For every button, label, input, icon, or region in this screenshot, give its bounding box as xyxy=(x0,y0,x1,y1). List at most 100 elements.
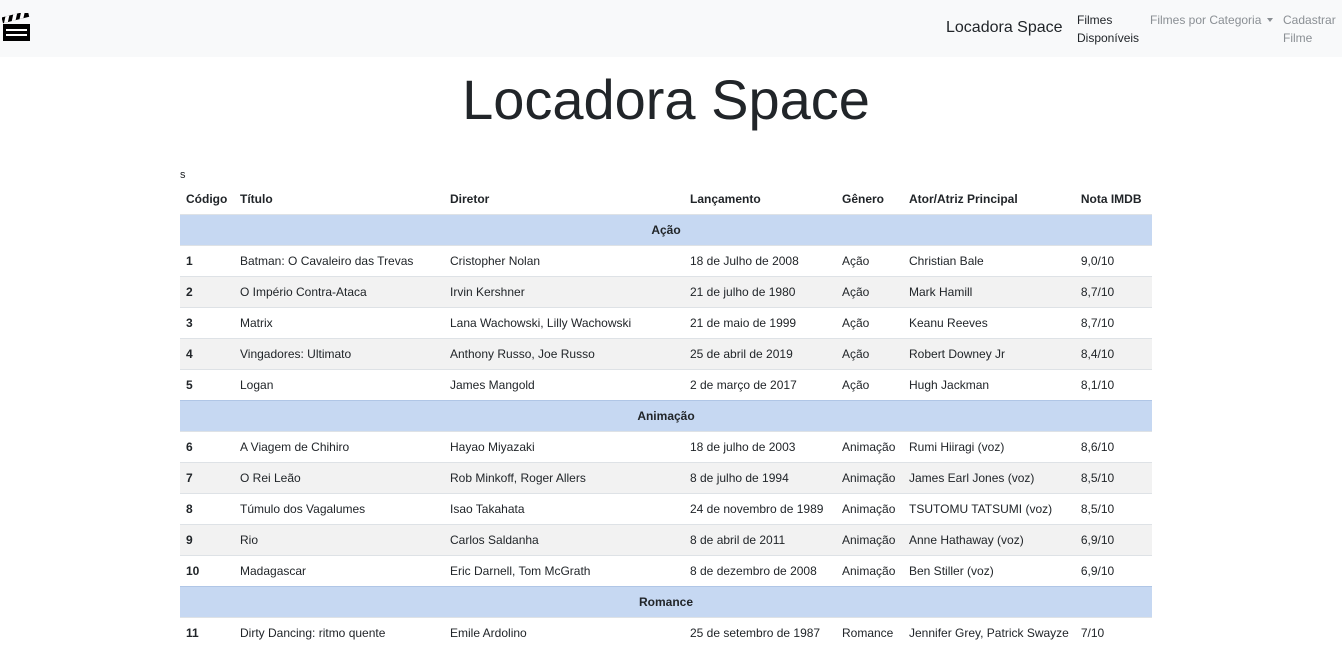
cell-diretor: Hayao Miyazaki xyxy=(444,432,684,463)
cell-nota: 8,4/10 xyxy=(1075,339,1152,370)
cell-diretor: Anthony Russo, Joe Russo xyxy=(444,339,684,370)
table-row: 6 A Viagem de Chihiro Hayao Miyazaki 18 … xyxy=(180,432,1152,463)
header-genero: Gênero xyxy=(836,184,903,215)
group-row-acao: Ação xyxy=(180,215,1152,246)
cell-lancamento: 18 de julho de 2003 xyxy=(684,432,836,463)
caret-down-icon xyxy=(1267,18,1273,22)
table-row: 4 Vingadores: Ultimato Anthony Russo, Jo… xyxy=(180,339,1152,370)
cell-titulo: O Rei Leão xyxy=(234,463,444,494)
cell-ator: Ben Stiller (voz) xyxy=(903,556,1075,587)
cell-diretor: Lana Wachowski, Lilly Wachowski xyxy=(444,308,684,339)
nav-link-cadastrar-filme[interactable]: Cadastrar Filme xyxy=(1283,11,1339,47)
films-table: Código Título Diretor Lançamento Gênero … xyxy=(180,184,1152,648)
cell-codigo: 8 xyxy=(180,494,234,525)
table-body: Ação 1 Batman: O Cavaleiro das Trevas Cr… xyxy=(180,215,1152,648)
navbar: Locadora Space Filmes Disponíveis Filmes… xyxy=(0,0,1342,57)
group-label: Animação xyxy=(180,401,1152,432)
cell-titulo: O Império Contra-Ataca xyxy=(234,277,444,308)
table-row: 5 Logan James Mangold 2 de março de 2017… xyxy=(180,370,1152,401)
cell-lancamento: 8 de dezembro de 2008 xyxy=(684,556,836,587)
group-row-animacao: Animação xyxy=(180,401,1152,432)
cell-genero: Ação xyxy=(836,246,903,277)
clapperboard-icon[interactable] xyxy=(2,13,31,42)
cell-codigo: 11 xyxy=(180,618,234,648)
table-row: 2 O Império Contra-Ataca Irvin Kershner … xyxy=(180,277,1152,308)
cell-ator: Christian Bale xyxy=(903,246,1075,277)
cell-diretor: James Mangold xyxy=(444,370,684,401)
header-nota: Nota IMDB xyxy=(1075,184,1152,215)
table-row: 7 O Rei Leão Rob Minkoff, Roger Allers 8… xyxy=(180,463,1152,494)
cell-genero: Animação xyxy=(836,494,903,525)
cell-lancamento: 8 de abril de 2011 xyxy=(684,525,836,556)
cell-nota: 9,0/10 xyxy=(1075,246,1152,277)
table-row: 8 Túmulo dos Vagalumes Isao Takahata 24 … xyxy=(180,494,1152,525)
table-row: 11 Dirty Dancing: ritmo quente Emile Ard… xyxy=(180,618,1152,648)
group-label: Romance xyxy=(180,587,1152,618)
cell-ator: TSUTOMU TATSUMI (voz) xyxy=(903,494,1075,525)
cell-lancamento: 18 de Julho de 2008 xyxy=(684,246,836,277)
table-row: 1 Batman: O Cavaleiro das Trevas Cristop… xyxy=(180,246,1152,277)
cell-titulo: Vingadores: Ultimato xyxy=(234,339,444,370)
header-diretor: Diretor xyxy=(444,184,684,215)
cell-titulo: Batman: O Cavaleiro das Trevas xyxy=(234,246,444,277)
nav-link-filmes-disponiveis[interactable]: Filmes Disponíveis xyxy=(1077,11,1143,47)
cell-nota: 8,7/10 xyxy=(1075,277,1152,308)
cell-ator: Rumi Hiiragi (voz) xyxy=(903,432,1075,463)
cell-genero: Ação xyxy=(836,308,903,339)
cell-lancamento: 25 de setembro de 1987 xyxy=(684,618,836,648)
cell-codigo: 5 xyxy=(180,370,234,401)
cell-codigo: 2 xyxy=(180,277,234,308)
cell-nota: 8,7/10 xyxy=(1075,308,1152,339)
cell-nota: 8,1/10 xyxy=(1075,370,1152,401)
cell-titulo: Logan xyxy=(234,370,444,401)
cell-codigo: 6 xyxy=(180,432,234,463)
cell-lancamento: 25 de abril de 2019 xyxy=(684,339,836,370)
cell-diretor: Carlos Saldanha xyxy=(444,525,684,556)
cell-ator: Robert Downey Jr xyxy=(903,339,1075,370)
cell-genero: Animação xyxy=(836,556,903,587)
cell-titulo: Túmulo dos Vagalumes xyxy=(234,494,444,525)
cell-genero: Animação xyxy=(836,463,903,494)
cell-codigo: 4 xyxy=(180,339,234,370)
cell-titulo: Rio xyxy=(234,525,444,556)
cell-nota: 6,9/10 xyxy=(1075,525,1152,556)
cell-ator: Mark Hamill xyxy=(903,277,1075,308)
stray-text: s xyxy=(180,169,186,181)
table-row: 9 Rio Carlos Saldanha 8 de abril de 2011… xyxy=(180,525,1152,556)
cell-codigo: 10 xyxy=(180,556,234,587)
cell-codigo: 7 xyxy=(180,463,234,494)
cell-ator: James Earl Jones (voz) xyxy=(903,463,1075,494)
cell-titulo: Madagascar xyxy=(234,556,444,587)
cell-titulo: Dirty Dancing: ritmo quente xyxy=(234,618,444,648)
table-row: 10 Madagascar Eric Darnell, Tom McGrath … xyxy=(180,556,1152,587)
cell-genero: Ação xyxy=(836,339,903,370)
navbar-brand[interactable]: Locadora Space xyxy=(946,19,1063,37)
page-title: Locadora Space xyxy=(0,64,1332,136)
cell-codigo: 9 xyxy=(180,525,234,556)
cell-diretor: Irvin Kershner xyxy=(444,277,684,308)
cell-diretor: Rob Minkoff, Roger Allers xyxy=(444,463,684,494)
cell-diretor: Eric Darnell, Tom McGrath xyxy=(444,556,684,587)
cell-ator: Keanu Reeves xyxy=(903,308,1075,339)
cell-lancamento: 2 de março de 2017 xyxy=(684,370,836,401)
cell-ator: Anne Hathaway (voz) xyxy=(903,525,1075,556)
cell-genero: Ação xyxy=(836,370,903,401)
cell-lancamento: 21 de maio de 1999 xyxy=(684,308,836,339)
header-lancamento: Lançamento xyxy=(684,184,836,215)
cell-diretor: Isao Takahata xyxy=(444,494,684,525)
header-titulo: Título xyxy=(234,184,444,215)
cell-nota: 7/10 xyxy=(1075,618,1152,648)
cell-genero: Romance xyxy=(836,618,903,648)
cell-nota: 6,9/10 xyxy=(1075,556,1152,587)
header-codigo: Código xyxy=(180,184,234,215)
nav-dropdown-filmes-por-categoria[interactable]: Filmes por Categoria xyxy=(1150,11,1273,29)
cell-lancamento: 8 de julho de 1994 xyxy=(684,463,836,494)
cell-nota: 8,6/10 xyxy=(1075,432,1152,463)
cell-nota: 8,5/10 xyxy=(1075,494,1152,525)
cell-diretor: Cristopher Nolan xyxy=(444,246,684,277)
table-row: 3 Matrix Lana Wachowski, Lilly Wachowski… xyxy=(180,308,1152,339)
cell-titulo: Matrix xyxy=(234,308,444,339)
cell-ator: Hugh Jackman xyxy=(903,370,1075,401)
group-label: Ação xyxy=(180,215,1152,246)
cell-lancamento: 24 de novembro de 1989 xyxy=(684,494,836,525)
